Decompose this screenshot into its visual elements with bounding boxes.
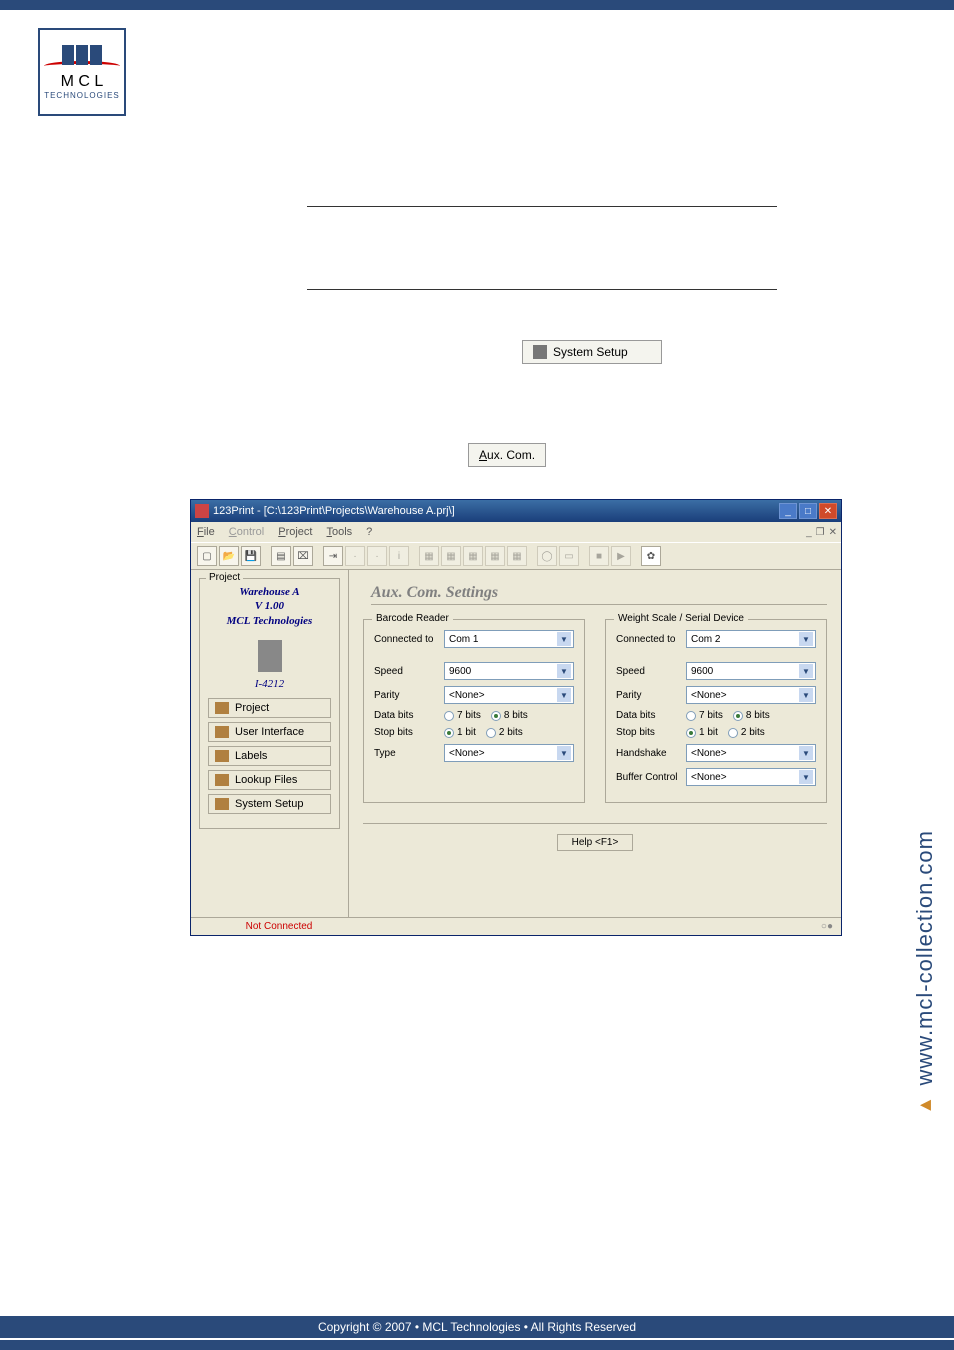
child-restore[interactable]: ❐ (816, 527, 825, 538)
scale-connected-select[interactable]: Com 2▼ (686, 630, 816, 648)
chevron-down-icon: ▼ (557, 664, 571, 678)
tb-b3: i (389, 546, 409, 566)
barcode-speed-select[interactable]: 9600▼ (444, 662, 574, 680)
app-window: 123Print - [C:\123Print\Projects\Warehou… (190, 499, 842, 936)
tb-c1: ▦ (419, 546, 439, 566)
barcode-parity-select[interactable]: <None>▼ (444, 686, 574, 704)
mcl-logo: M C L TECHNOLOGIES (38, 28, 126, 116)
chevron-down-icon: ▼ (557, 688, 571, 702)
chevron-down-icon: ▼ (799, 746, 813, 760)
barcode-stopbits-2[interactable]: 2 bits (486, 727, 523, 738)
top-bar (0, 0, 954, 10)
chevron-down-icon: ▼ (799, 664, 813, 678)
tb-b1: · (345, 546, 365, 566)
status-not-connected: Not Connected (199, 921, 359, 932)
aux-com-button-illustration: Aux. Com. (468, 443, 546, 467)
tb-c4: ▦ (485, 546, 505, 566)
project-name: Warehouse A (208, 585, 331, 599)
scale-speed-select[interactable]: 9600▼ (686, 662, 816, 680)
menu-control[interactable]: Control (229, 526, 264, 538)
status-indicator: ○● (821, 921, 833, 932)
barcode-databits-8[interactable]: 8 bits (491, 710, 528, 721)
sidebar-item-ui[interactable]: User Interface (208, 722, 331, 742)
copyright: Copyright © 2007 • MCL Technologies • Al… (0, 1316, 954, 1338)
child-minimize[interactable]: _ (806, 527, 812, 538)
toolbar: ▢ 📂 💾 ▤ ⌧ ⇥ · · i ▦ ▦ ▦ ▦ ▦ ◯ ▭ ■ ▶ ✿ (191, 542, 841, 570)
tb-b2: · (367, 546, 387, 566)
minimize-button[interactable]: _ (779, 503, 797, 519)
side-url: ▸ www.mcl-collection.com (912, 830, 938, 1119)
sidebar-item-lookup[interactable]: Lookup Files (208, 770, 331, 790)
barcode-type-select[interactable]: <None>▼ (444, 744, 574, 762)
scale-handshake-select[interactable]: <None>▼ (686, 744, 816, 762)
tb-open[interactable]: 📂 (219, 546, 239, 566)
tb-c5: ▦ (507, 546, 527, 566)
project-company: MCL Technologies (208, 614, 331, 628)
ui-icon (215, 726, 229, 738)
chevron-down-icon: ▼ (799, 688, 813, 702)
sidebar: Project Warehouse A V 1.00 MCL Technolog… (191, 570, 349, 917)
tb-settings[interactable]: ✿ (641, 546, 661, 566)
scale-databits-8[interactable]: 8 bits (733, 710, 770, 721)
device-image (258, 640, 282, 672)
menu-project[interactable]: Project (278, 526, 312, 538)
bottom-bar (0, 1340, 954, 1350)
barcode-connected-select[interactable]: Com 1▼ (444, 630, 574, 648)
barcode-databits-7[interactable]: 7 bits (444, 710, 481, 721)
content-pane: Aux. Com. Settings Barcode Reader Connec… (349, 570, 841, 917)
app-icon (195, 504, 209, 518)
menu-help[interactable]: ? (366, 526, 372, 538)
project-version: V 1.00 (208, 599, 331, 613)
chevron-down-icon: ▼ (557, 632, 571, 646)
scale-stopbits-2[interactable]: 2 bits (728, 727, 765, 738)
sidebar-item-project[interactable]: Project (208, 698, 331, 718)
chevron-down-icon: ▼ (799, 632, 813, 646)
chevron-down-icon: ▼ (557, 746, 571, 760)
close-button[interactable]: ✕ (819, 503, 837, 519)
setup-icon (215, 798, 229, 810)
help-button[interactable]: Help <F1> (557, 834, 634, 851)
tb-save[interactable]: 💾 (241, 546, 261, 566)
tb-e1: ■ (589, 546, 609, 566)
scale-parity-select[interactable]: <None>▼ (686, 686, 816, 704)
sidebar-item-system-setup[interactable]: System Setup (208, 794, 331, 814)
lookup-icon (215, 774, 229, 786)
device-name: I-4212 (208, 678, 331, 690)
tb-device[interactable]: ▤ (271, 546, 291, 566)
system-setup-button-illustration: System Setup (522, 340, 662, 364)
scale-stopbits-1[interactable]: 1 bit (686, 727, 718, 738)
labels-icon (215, 750, 229, 762)
chevron-down-icon: ▼ (799, 770, 813, 784)
scale-databits-7[interactable]: 7 bits (686, 710, 723, 721)
menu-file[interactable]: File (197, 526, 215, 538)
system-setup-icon (533, 345, 547, 359)
tb-printer[interactable]: ⌧ (293, 546, 313, 566)
aux-com-label: Aux. Com. (479, 448, 535, 462)
menu-tools[interactable]: Tools (326, 526, 352, 538)
tb-send[interactable]: ⇥ (323, 546, 343, 566)
maximize-button[interactable]: □ (799, 503, 817, 519)
tb-d2: ▭ (559, 546, 579, 566)
tb-e2: ▶ (611, 546, 631, 566)
child-close[interactable]: ✕ (829, 527, 837, 538)
project-group-label: Project (206, 572, 243, 583)
tb-d1: ◯ (537, 546, 557, 566)
folder-icon (215, 702, 229, 714)
tb-new[interactable]: ▢ (197, 546, 217, 566)
status-bar: Not Connected ○● (191, 917, 841, 935)
scale-buffer-select[interactable]: <None>▼ (686, 768, 816, 786)
content-heading: Aux. Com. Settings (371, 584, 827, 605)
tb-c3: ▦ (463, 546, 483, 566)
system-setup-label: System Setup (553, 345, 628, 359)
tb-c2: ▦ (441, 546, 461, 566)
barcode-stopbits-1[interactable]: 1 bit (444, 727, 476, 738)
window-title: 123Print - [C:\123Print\Projects\Warehou… (213, 505, 455, 517)
sidebar-item-labels[interactable]: Labels (208, 746, 331, 766)
weight-scale-group: Weight Scale / Serial Device Connected t… (605, 619, 827, 803)
title-bar[interactable]: 123Print - [C:\123Print\Projects\Warehou… (191, 500, 841, 522)
menu-bar: File Control Project Tools ? _ ❐ ✕ (191, 522, 841, 542)
barcode-reader-group: Barcode Reader Connected to Com 1▼ Speed… (363, 619, 585, 803)
